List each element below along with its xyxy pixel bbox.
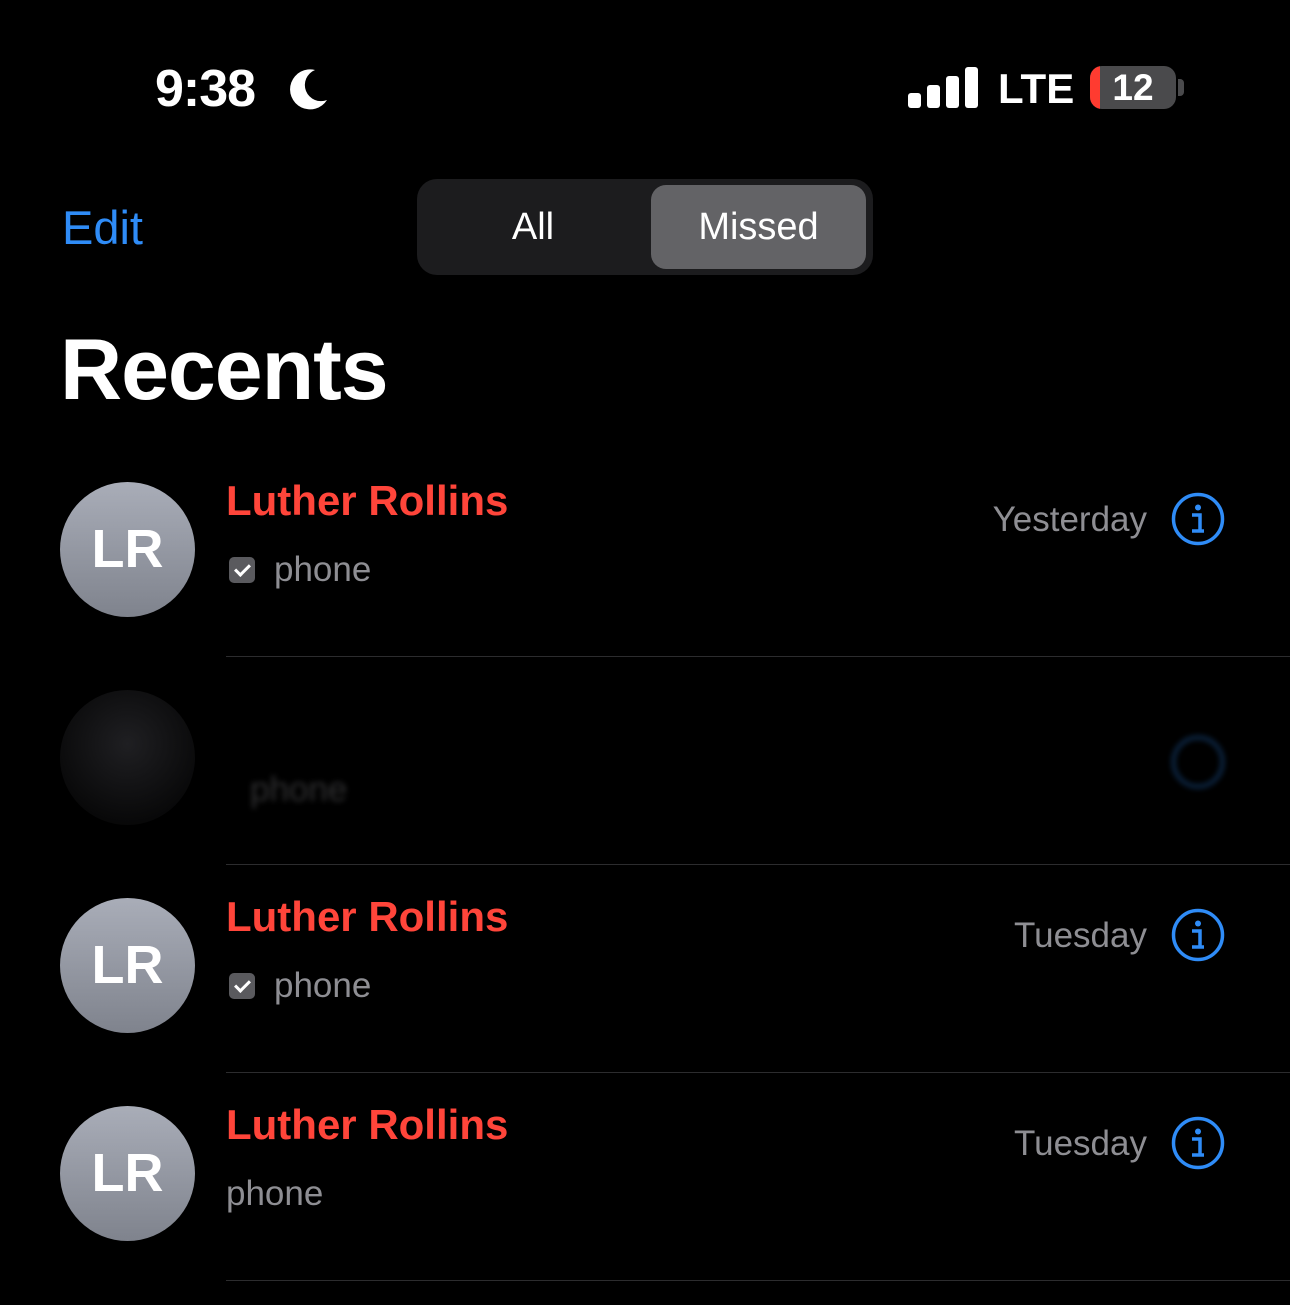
info-icon[interactable] [1171,1116,1225,1170]
call-type: phone [250,770,348,809]
segment-missed[interactable]: Missed [651,185,866,269]
avatar-initials: LR [91,1143,164,1203]
battery-level: 12 [1112,67,1154,108]
call-row[interactable]: phone [0,657,1290,865]
caller-name: Luther Rollins [226,477,509,524]
call-date: Tuesday [1014,916,1147,955]
call-row[interactable]: LR Luther Rollins phone Yesterday [0,449,1290,657]
call-subtitle: phone [250,765,347,815]
filter-segmented-control: All Missed [417,179,873,275]
battery-icon: 12 [1090,66,1176,109]
caller-name: Luther Rollins [226,1101,509,1148]
checkbox-icon [229,557,255,583]
avatar: LR [60,1106,195,1241]
avatar-initials: LR [91,519,164,579]
avatar: LR [60,898,195,1033]
caller-name: Luther Rollins [226,893,509,940]
page-title: Recents [60,322,389,418]
avatar-initials: LR [91,935,164,995]
call-type: phone [226,1174,324,1213]
call-row[interactable]: LR Luther Rollins phone Tuesday [0,865,1290,1073]
call-date: Yesterday [992,500,1147,539]
edit-button[interactable]: Edit [62,200,143,256]
call-type: phone [274,966,372,1005]
cellular-signal-icon [908,66,978,108]
info-icon[interactable] [1171,492,1225,546]
call-date: Tuesday [1014,1124,1147,1163]
call-type: phone [274,550,372,589]
call-subtitle: phone [226,961,371,1011]
moon-icon [290,69,327,110]
checkbox-icon [229,973,255,999]
call-subtitle: phone [226,1169,323,1219]
avatar: LR [60,482,195,617]
segment-all[interactable]: All [423,185,643,269]
row-divider [226,1280,1290,1281]
network-type: LTE [998,65,1075,112]
battery-cap [1178,79,1184,96]
status-time: 9:38 [155,60,256,118]
info-icon[interactable] [1171,908,1225,962]
call-subtitle: phone [226,545,371,595]
avatar [60,690,195,825]
info-icon[interactable] [1171,735,1225,789]
call-row[interactable]: LR Luther Rollins phone Tuesday [0,1073,1290,1281]
